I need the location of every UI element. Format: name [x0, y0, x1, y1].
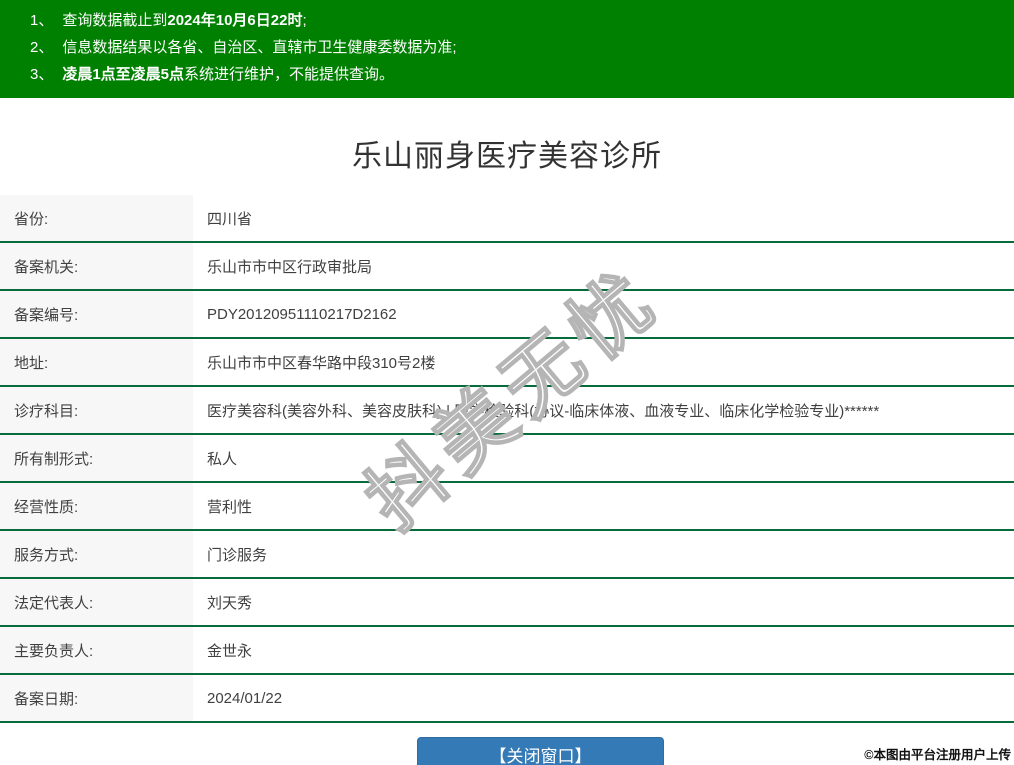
row-value: 乐山市市中区行政审批局: [193, 243, 1014, 289]
row-value: 营利性: [193, 483, 1014, 529]
row-value: 金世永: [193, 627, 1014, 673]
notice-item: 2、 信息数据结果以各省、自治区、直辖市卫生健康委数据为准;: [30, 34, 1004, 61]
row-label: 备案机关:: [0, 243, 193, 289]
table-row: 法定代表人: 刘天秀: [0, 579, 1014, 627]
row-value: 刘天秀: [193, 579, 1014, 625]
notice-number: 3、: [30, 66, 54, 83]
row-label: 省份:: [0, 195, 193, 241]
row-label: 诊疗科目:: [0, 387, 193, 433]
table-row: 备案日期: 2024/01/22: [0, 675, 1014, 723]
notice-text-bold: 凌晨1点至凌晨5点: [62, 66, 185, 83]
close-window-button[interactable]: 【关闭窗口】: [417, 737, 664, 765]
row-value: 医疗美容科(美容外科、美容皮肤科) | 医学检验科(协议-临床体液、血液专业、临…: [193, 387, 1014, 433]
row-label: 所有制形式:: [0, 435, 193, 481]
notice-banner: 1、 查询数据截止到2024年10月6日22时; 2、 信息数据结果以各省、自治区、…: [0, 0, 1014, 98]
row-label: 法定代表人:: [0, 579, 193, 625]
row-label: 地址:: [0, 339, 193, 385]
row-value: 四川省: [193, 195, 1014, 241]
table-row: 主要负责人: 金世永: [0, 627, 1014, 675]
row-label: 经营性质:: [0, 483, 193, 529]
clinic-name-title: 乐山丽身医疗美容诊所: [352, 140, 662, 173]
notice-item: 3、 凌晨1点至凌晨5点系统进行维护，不能提供查询。: [30, 61, 1004, 88]
table-row: 服务方式: 门诊服务: [0, 531, 1014, 579]
row-value: 门诊服务: [193, 531, 1014, 577]
row-label: 备案编号:: [0, 291, 193, 337]
row-value: 私人: [193, 435, 1014, 481]
notice-text: 信息数据结果以各省、自治区、直辖市卫生健康委数据为准;: [62, 39, 457, 56]
row-value: 乐山市市中区春华路中段310号2楼: [193, 339, 1014, 385]
table-row: 备案编号: PDY20120951110217D2162: [0, 291, 1014, 339]
table-row: 地址: 乐山市市中区春华路中段310号2楼: [0, 339, 1014, 387]
notice-number: 1、: [30, 12, 54, 29]
table-row: 省份: 四川省: [0, 195, 1014, 243]
table-row: 经营性质: 营利性: [0, 483, 1014, 531]
row-value: PDY20120951110217D2162: [193, 291, 1014, 337]
row-label: 备案日期:: [0, 675, 193, 721]
notice-text: 查询数据截止到: [62, 12, 168, 29]
notice-text: ;: [302, 12, 307, 29]
notice-item: 1、 查询数据截止到2024年10月6日22时;: [30, 7, 1004, 34]
notice-number: 2、: [30, 39, 54, 56]
table-row: 备案机关: 乐山市市中区行政审批局: [0, 243, 1014, 291]
row-label: 服务方式:: [0, 531, 193, 577]
table-row: 诊疗科目: 医疗美容科(美容外科、美容皮肤科) | 医学检验科(协议-临床体液、…: [0, 387, 1014, 435]
registration-info-table: 省份: 四川省 备案机关: 乐山市市中区行政审批局 备案编号: PDY20120…: [0, 195, 1014, 723]
table-row: 所有制形式: 私人: [0, 435, 1014, 483]
row-label: 主要负责人:: [0, 627, 193, 673]
notice-text: 系统进行维护，不能提供查询。: [184, 66, 395, 83]
row-value: 2024/01/22: [193, 675, 1014, 721]
notice-text-bold: 2024年10月6日22时: [167, 12, 303, 29]
upload-credit: ©本图由平台注册用户上传: [864, 748, 1011, 762]
